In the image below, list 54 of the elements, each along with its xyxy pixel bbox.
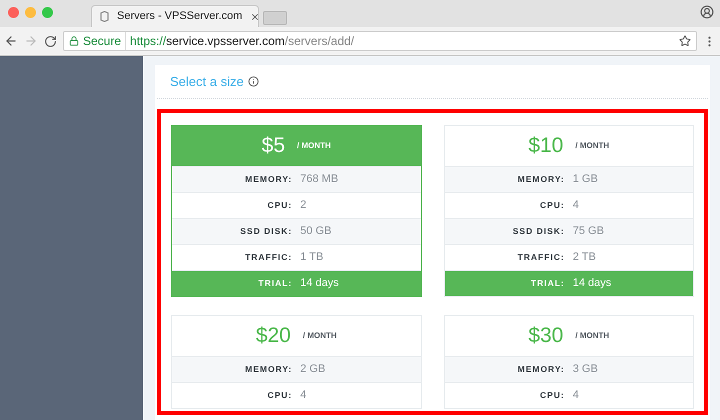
close-icon[interactable] — [250, 12, 260, 22]
spec-value: 3 GB — [572, 362, 599, 378]
spec-value: 1 TB — [300, 250, 324, 266]
plan-price: $20 — [256, 323, 291, 350]
plan-period: / MONTH — [302, 330, 337, 342]
spec-label: TRAFFIC: — [244, 251, 292, 264]
spec-value: 4 — [572, 198, 580, 214]
plan-card[interactable]: $30 / MONTH MEMORY: 3 GB CPU: 4 — [444, 315, 694, 409]
reload-icon[interactable] — [44, 34, 57, 48]
info-icon[interactable] — [248, 76, 259, 87]
secure-label: Secure — [83, 32, 126, 50]
spec-label: MEMORY: — [516, 363, 565, 376]
plan-price: $30 — [528, 323, 564, 350]
tab-title: Servers - VPSServer.com — [117, 9, 242, 24]
spec-value: 4 — [572, 388, 580, 404]
spec-value: 75 GB — [572, 224, 605, 240]
plan-price: $10 — [528, 133, 564, 160]
lock-icon — [69, 36, 79, 46]
spec-value: 14 days — [572, 276, 612, 292]
spec-label: MEMORY: — [244, 363, 292, 376]
spec-value: 1 GB — [572, 172, 599, 188]
spec-value: 768 MB — [300, 172, 340, 188]
spec-label: TRIAL: — [257, 277, 292, 290]
url-text: https://service.vpsserver.com/servers/add/ — [130, 33, 356, 50]
spec-value: 14 days — [300, 276, 340, 292]
plan-card[interactable]: $20 / MONTH MEMORY: 2 GB CPU: 4 — [171, 315, 422, 409]
spec-label: MEMORY: — [516, 173, 565, 186]
section-title: Select a size — [170, 72, 244, 91]
spec-label: TRAFFIC: — [516, 251, 565, 264]
spec-label: CPU: — [538, 389, 565, 402]
plan-period: / MONTH — [297, 140, 331, 152]
spec-label: TRIAL: — [530, 277, 565, 290]
spec-label: CPU: — [538, 199, 565, 212]
plan-card[interactable]: $5 / MONTH MEMORY: 768 MB CPU: 2 SSD DISK: 50 GB TRAFFIC: 1 TB TRIAL: 14 days — [171, 125, 422, 297]
plan-period: / MONTH — [575, 330, 610, 342]
bookmark-star-icon[interactable] — [679, 35, 691, 47]
back-icon[interactable] — [4, 34, 18, 48]
profile-icon[interactable] — [700, 5, 714, 19]
address-bar[interactable]: Secure https://service.vpsserver.com/servers/add/ — [63, 31, 697, 51]
plan-price: $5 — [262, 133, 286, 160]
spec-value: 2 — [300, 198, 308, 214]
spec-label: SSD DISK: — [512, 225, 565, 238]
spec-label: CPU: — [266, 389, 292, 402]
spec-value: 2 GB — [300, 362, 326, 378]
plan-period: / MONTH — [575, 140, 610, 152]
site-logo-icon — [100, 11, 109, 22]
plan-card[interactable]: $10 / MONTH MEMORY: 1 GB CPU: 4 SSD DISK: 75 GB TRAFFIC: 2 TB TRIAL: 14 days — [444, 125, 694, 297]
browser-tab[interactable]: Servers - VPSServer.com — [91, 5, 259, 27]
spec-label: CPU: — [266, 199, 292, 212]
spec-label: MEMORY: — [244, 173, 292, 186]
spec-value: 50 GB — [300, 224, 332, 240]
spec-label: SSD DISK: — [239, 225, 292, 238]
spec-value: 4 — [300, 388, 308, 404]
spec-value: 2 TB — [572, 250, 597, 266]
